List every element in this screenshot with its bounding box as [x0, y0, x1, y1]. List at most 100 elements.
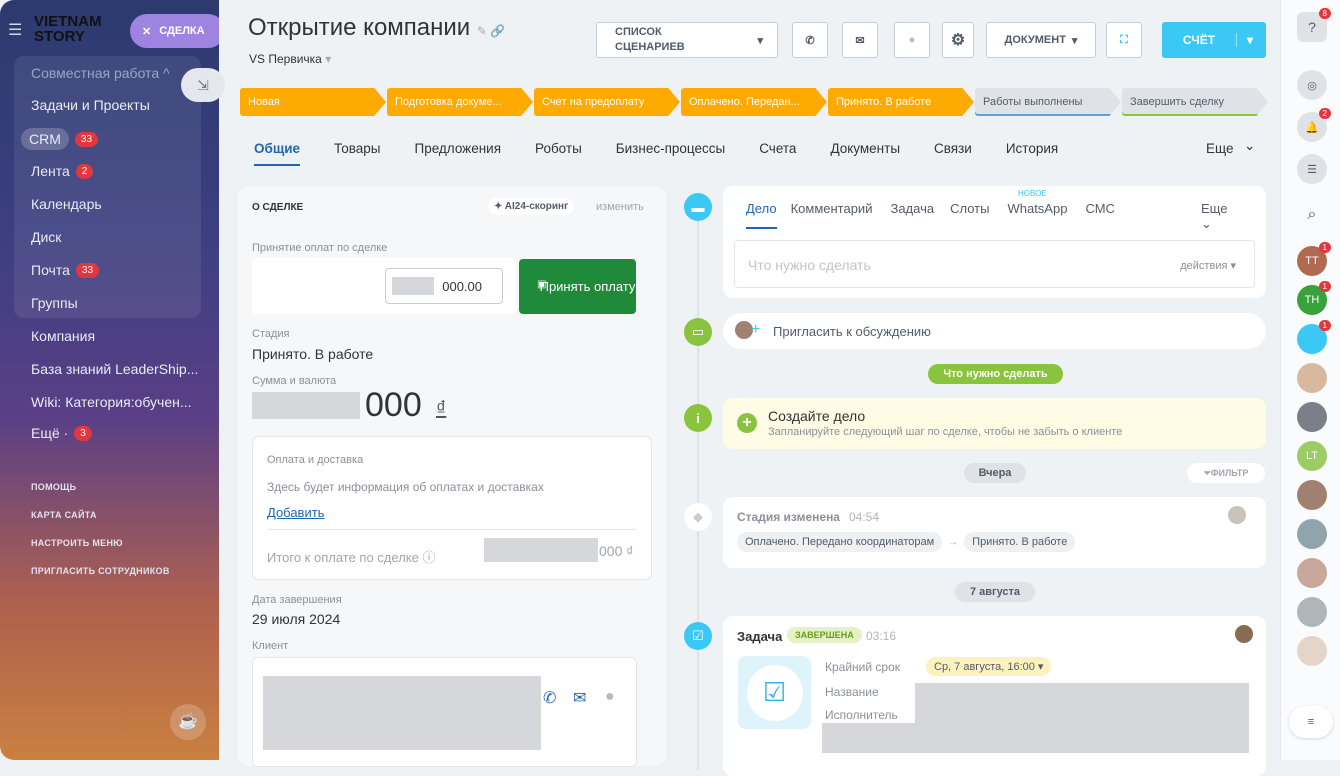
deadline-value[interactable]: Ср, 7 августа, 16:00 ▾ [926, 657, 1052, 676]
menu-company[interactable]: Компания [31, 328, 95, 344]
contact-avatar[interactable] [1297, 558, 1327, 588]
scenarios-button[interactable]: СПИСОК СЦЕНАРИЕВ ▾ [596, 22, 778, 58]
activity-tab-6[interactable]: СМС [1085, 201, 1114, 229]
task-time: 03:16 [866, 629, 897, 643]
date-separator: 7 августа [955, 582, 1035, 602]
payment-label: Принятие оплат по сделке [252, 242, 388, 254]
edit-icon[interactable]: ✎ 🔗 [477, 24, 505, 38]
contact-avatar[interactable] [1297, 597, 1327, 627]
item-title: Стадия изменена [737, 510, 840, 524]
scan-icon[interactable]: ⛶ [1106, 22, 1142, 58]
contact-avatar[interactable] [1297, 363, 1327, 393]
document-button[interactable]: ДОКУМЕНТ ▾ [986, 22, 1096, 58]
contact-avatar[interactable]: TH 1 [1297, 281, 1331, 315]
sitemap-link[interactable]: КАРТА САЙТА [31, 510, 97, 520]
tab-8[interactable]: Связи [934, 141, 972, 156]
contact-avatar[interactable]: LT [1297, 441, 1327, 471]
stage-7[interactable]: Завершить сделку [1122, 88, 1268, 116]
menu-disk[interactable]: Диск [31, 229, 61, 245]
tab-3[interactable]: Предложения [415, 141, 502, 156]
delivery-title: Оплата и доставка [267, 454, 364, 466]
tab-2[interactable]: Товары [334, 141, 380, 156]
help-link[interactable]: ПОМОЩЬ [31, 482, 76, 492]
target-icon[interactable]: ◎ [1297, 70, 1327, 100]
menu-groups[interactable]: Группы [31, 295, 78, 311]
stage-4[interactable]: Оплачено. Передан... [681, 88, 827, 116]
funnel-select[interactable]: VS Первичка ▾ [249, 52, 331, 66]
contact-avatar[interactable]: TT 1 [1297, 242, 1331, 276]
activity-tab-5[interactable]: WhatsApp [1007, 201, 1067, 229]
contact-avatar[interactable]: 1 [1297, 320, 1331, 354]
task-check-icon: ☑ [746, 664, 803, 721]
stage-1[interactable]: Новая [240, 88, 386, 116]
invite-link[interactable]: ПРИГЛАСИТЬ СОТРУДНИКОВ [31, 566, 170, 576]
add-link[interactable]: Добавить [267, 505, 324, 520]
amount-input[interactable]: 000.00 [385, 268, 503, 304]
menu-wiki[interactable]: Wiki: Категория:обучен... [31, 394, 192, 410]
avatar [1235, 625, 1253, 643]
activity-tab-4[interactable]: Слоты [950, 201, 989, 229]
todo-input[interactable]: Что нужно сделать действия ▾ [734, 240, 1255, 288]
configure-menu-link[interactable]: НАСТРОИТЬ МЕНЮ [31, 538, 123, 548]
chat-icon[interactable]: ● [605, 688, 615, 706]
tab-9[interactable]: История [1006, 141, 1058, 156]
tab-6[interactable]: Счета [759, 141, 796, 156]
date-separator: Вчера [964, 463, 1026, 483]
create-activity-card[interactable]: + Создайте дело Запланируйте следующий ш… [723, 398, 1266, 449]
activity-tab-2[interactable]: Комментарий [791, 201, 873, 229]
ai-scoring-button[interactable]: ✦ AI24-скоринг [488, 198, 575, 215]
bell-icon[interactable]: 🔔 2 [1297, 108, 1331, 142]
tab-4[interactable]: Роботы [535, 141, 582, 156]
cash-icon: ▣ [537, 279, 547, 290]
chat-icon[interactable]: ● [894, 22, 930, 58]
menu-more[interactable]: Ещё · 3 [31, 425, 92, 441]
mail-icon[interactable]: ✉ [842, 22, 878, 58]
phone-icon[interactable]: ✆ [792, 22, 828, 58]
search-icon[interactable]: ⌕ [1297, 200, 1327, 230]
menu-feed[interactable]: Лента 2 [31, 163, 94, 179]
contact-avatar[interactable] [1297, 480, 1327, 510]
menu-calendar[interactable]: Календарь [31, 196, 102, 212]
chat-list-icon[interactable]: ☰ [1297, 154, 1327, 184]
menu-icon[interactable]: ≡ [1289, 706, 1333, 738]
task-item: Задача ЗАВЕРШЕНА 03:16 ☑ Крайний срок Ср… [723, 616, 1266, 776]
collapse-button[interactable]: ⇲ [181, 68, 225, 102]
stage-5[interactable]: Принято. В работе [828, 88, 974, 116]
filter-button[interactable]: ⏷ ФИЛЬТР [1187, 463, 1265, 483]
invite-bar[interactable]: + Пригласить к обсуждению [723, 313, 1266, 349]
edit-link[interactable]: изменить [596, 201, 644, 213]
close-icon: ✕ [142, 25, 152, 38]
activity-tab-7[interactable]: Еще ⌄ [1201, 201, 1227, 232]
tab-1[interactable]: Общие [254, 141, 301, 166]
contact-avatar[interactable] [1297, 519, 1327, 549]
close-deal-chip[interactable]: ✕ СДЕЛКА [130, 14, 219, 48]
contact-avatar[interactable] [1297, 402, 1327, 432]
mail-icon[interactable]: ✉ [573, 688, 586, 708]
stage-6[interactable]: Работы выполнены [975, 88, 1121, 116]
activity-tab-3[interactable]: Задача [890, 201, 934, 229]
menu-crm[interactable]: CRM 33 [21, 128, 99, 150]
stage-value: Принято. В работе [252, 346, 374, 362]
gear-icon[interactable]: ⚙ [942, 22, 974, 58]
tab-10[interactable]: Еще [1206, 141, 1233, 156]
stage-label: Стадия [252, 328, 290, 340]
stage-2[interactable]: Подготовка докуме... [387, 88, 533, 116]
menu-knowledge[interactable]: База знаний LeaderShip... [31, 361, 198, 377]
stage-bar: Новая Подготовка докуме... Счёт на предопл… [240, 88, 1269, 116]
coffee-icon[interactable]: ☕ [170, 704, 206, 740]
accept-payment-button[interactable]: ▣ Принять оплату [519, 259, 636, 314]
tab-7[interactable]: Документы [830, 141, 900, 156]
actions-dropdown[interactable]: действия ▾ [1180, 259, 1236, 272]
menu-mail[interactable]: Почта 33 [31, 262, 100, 278]
help-icon[interactable]: ? 8 [1297, 8, 1331, 42]
menu-icon[interactable]: ☰ [8, 20, 22, 40]
phone-icon[interactable]: ✆ [543, 688, 556, 708]
activity-tab-1[interactable]: Дело [746, 201, 777, 229]
currency[interactable]: ₫ [436, 398, 446, 421]
tab-5[interactable]: Бизнес-процессы [616, 141, 725, 156]
stage-3[interactable]: Счёт на предоплату [534, 88, 680, 116]
menu-collab[interactable]: Совместная работа ^ [31, 65, 170, 81]
bill-button[interactable]: СЧЁТ ▾ [1162, 22, 1266, 58]
menu-tasks[interactable]: Задачи и Проекты [31, 97, 150, 113]
contact-avatar[interactable] [1297, 636, 1327, 666]
